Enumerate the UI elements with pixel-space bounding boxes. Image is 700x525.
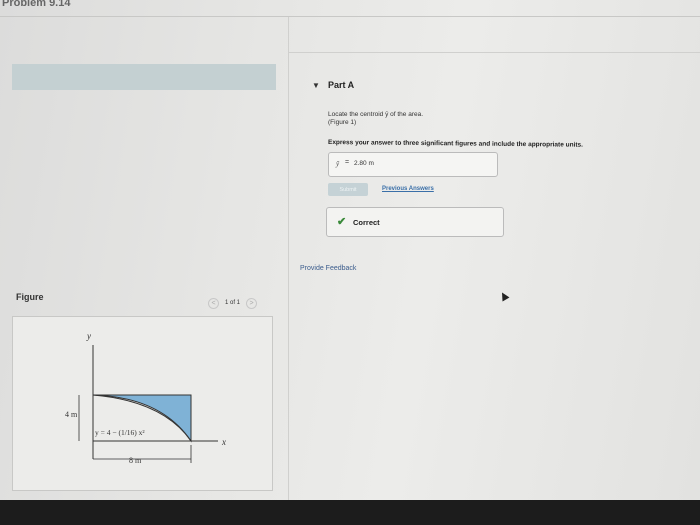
height-dimension: 4 m bbox=[65, 410, 78, 419]
column-divider bbox=[288, 17, 289, 500]
answer-symbol: ȳ bbox=[336, 160, 340, 168]
curve-equation: y = 4 − (1/16) x² bbox=[95, 428, 145, 437]
collapse-caret-icon[interactable]: ▼ bbox=[312, 81, 320, 90]
figure-panel: y x 4 m 8 m y = 4 − (1/16) x² bbox=[12, 316, 273, 491]
answer-value: 2.80 m bbox=[354, 160, 374, 167]
answer-equals: = bbox=[345, 159, 350, 166]
screen: Problem 9.14 ▼ Part A Locate the centroi… bbox=[0, 0, 700, 500]
figure-link[interactable]: (Figure 1) bbox=[328, 119, 356, 126]
prev-figure-button[interactable]: < bbox=[208, 297, 219, 309]
left-banner bbox=[12, 64, 276, 90]
previous-answers-link[interactable]: Previous Answers bbox=[382, 186, 434, 192]
next-figure-button[interactable]: > bbox=[246, 297, 258, 309]
figure-pager: < 1 of 1 > bbox=[208, 297, 258, 309]
monitor-bezel bbox=[0, 500, 700, 525]
answer-field[interactable]: ȳ = 2.80 m bbox=[328, 152, 498, 177]
figure-count: 1 of 1 bbox=[225, 300, 241, 306]
result-box: ✔ Correct bbox=[326, 207, 504, 237]
figure-heading: Figure bbox=[16, 292, 44, 302]
width-dimension: 8 m bbox=[129, 456, 142, 465]
part-title[interactable]: Part A bbox=[328, 80, 354, 90]
question-prompt: Locate the centroid ȳ of the area. bbox=[328, 111, 424, 118]
check-icon: ✔ bbox=[337, 216, 347, 228]
header-divider bbox=[0, 16, 700, 17]
section-divider bbox=[288, 52, 700, 53]
answer-instruction: Express your answer to three significant… bbox=[327, 139, 584, 149]
submit-button[interactable]: Submit bbox=[328, 183, 368, 196]
area-diagram: y x 4 m 8 m y = 4 − (1/16) x² bbox=[65, 331, 226, 465]
y-axis-label: y bbox=[86, 331, 91, 341]
result-text: Correct bbox=[353, 218, 380, 227]
x-axis-label: x bbox=[221, 437, 226, 447]
provide-feedback-link[interactable]: Provide Feedback bbox=[300, 265, 356, 272]
problem-title: Problem 9.14 bbox=[2, 0, 71, 9]
mouse-cursor-icon bbox=[498, 290, 510, 302]
